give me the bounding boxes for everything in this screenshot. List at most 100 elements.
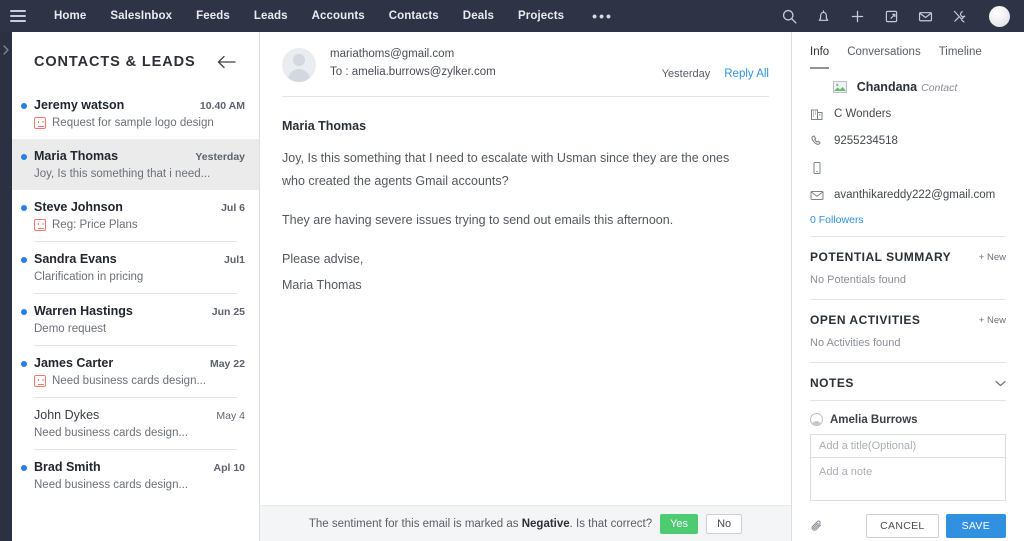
envelope-icon (810, 191, 824, 200)
cancel-button[interactable]: CANCEL (866, 514, 939, 538)
mobile-icon (813, 162, 821, 174)
contacts-leads-list-pane: CONTACTS & LEADS Jeremy watson 10.40 AM … (12, 32, 260, 541)
paperclip-icon[interactable] (810, 519, 824, 533)
email-signoff: Please advise, (282, 252, 364, 267)
save-button[interactable]: SAVE (945, 514, 1006, 538)
sentiment-suffix: . Is that correct? (569, 517, 653, 530)
list-item-date: Jul1 (223, 254, 245, 266)
email-reading-pane: mariathoms@gmail.com To : amelia.burrows… (260, 32, 792, 541)
mail-icon[interactable] (917, 8, 934, 25)
user-avatar[interactable] (989, 5, 1010, 27)
list-item[interactable]: James Carter May 22 Need business cards … (12, 346, 259, 397)
activities-new-button[interactable]: + New (979, 315, 1006, 326)
contact-company-row: C Wonders (810, 106, 1006, 122)
contact-info-pane: Info Conversations Timeline Chandana Cont… (792, 32, 1024, 541)
potential-new-button[interactable]: + New (979, 252, 1006, 263)
nav-item-more[interactable]: ••• (576, 8, 625, 24)
unread-dot (21, 205, 27, 211)
hamburger-icon[interactable] (10, 10, 26, 22)
nav-item-projects[interactable]: Projects (506, 10, 576, 22)
list-item-row: James Carter May 22 (34, 356, 245, 370)
list-item-subject-row: Demo request (34, 323, 245, 335)
email-body: Maria Thomas Joy, Is this something that… (260, 97, 791, 505)
tools-icon[interactable] (951, 8, 968, 25)
email-addresses: mariathoms@gmail.com To : amelia.burrows… (330, 48, 662, 78)
list-item[interactable]: Brad Smith Apl 10 Need business cards de… (12, 450, 259, 501)
list-item-subject: Request for sample logo design (52, 117, 214, 129)
list-item-row: Sandra Evans Jul1 (34, 252, 245, 266)
followers-link[interactable]: 0 Followers (810, 214, 1006, 226)
arrow-left-icon[interactable] (217, 55, 237, 69)
sentiment-prefix: The sentiment for this email is marked a… (308, 517, 522, 530)
email-signature: Maria Thomas (282, 277, 362, 292)
sentiment-no-button[interactable]: No (706, 513, 743, 534)
list-item-date: May 22 (209, 358, 245, 370)
note-body-input[interactable] (810, 457, 1006, 501)
list-item-date: Yesterday (195, 151, 245, 163)
nav-item-leads[interactable]: Leads (242, 10, 300, 22)
contact-summary: Chandana Contact C Wonders 9255234518 ava… (810, 69, 1006, 226)
list-item-subject-row: Reg: Price Plans (34, 219, 245, 231)
unread-dot (21, 257, 27, 263)
note-title-input[interactable] (810, 434, 1006, 458)
open-activities-header: OPEN ACTIVITIES + New (810, 300, 1006, 337)
contact-name: Chandana (856, 80, 918, 94)
list-item[interactable]: Steve Johnson Jul 6 Reg: Price Plans (12, 190, 259, 241)
nav-item-feeds[interactable]: Feeds (184, 10, 242, 22)
list-item-row: Jeremy watson 10.40 AM (34, 98, 245, 112)
list-item-subject: Demo request (34, 323, 107, 335)
notes-title: NOTES (810, 376, 854, 390)
list-item-subject-row: Need business cards design... (34, 375, 245, 387)
sentiment-confirmation-bar: The sentiment for this email is marked a… (260, 505, 791, 541)
negative-sentiment-icon (34, 375, 46, 387)
list-item-row: Warren Hastings Jun 25 (34, 304, 245, 318)
list-item-subject: Need business cards design... (52, 375, 207, 387)
nav-item-contacts[interactable]: Contacts (377, 10, 451, 22)
sentiment-question: The sentiment for this email is marked a… (309, 518, 652, 530)
negative-sentiment-icon (34, 219, 46, 231)
list-item[interactable]: Jeremy watson 10.40 AM Request for sampl… (12, 88, 259, 139)
sidebar-expand-rail[interactable] (0, 32, 12, 541)
nav-item-deals[interactable]: Deals (451, 10, 506, 22)
potential-summary-title: POTENTIAL SUMMARY (810, 250, 952, 264)
list-item[interactable]: John Dykes May 4 Need business cards des… (12, 398, 259, 449)
email-from: mariathoms@gmail.com (330, 48, 455, 60)
chevron-down-icon[interactable] (995, 380, 1006, 387)
potential-summary-header: POTENTIAL SUMMARY + New (810, 237, 1006, 274)
building-icon (811, 109, 823, 120)
nav-icon-group (781, 5, 1010, 27)
sender-avatar (282, 48, 316, 82)
nav-item-home[interactable]: Home (42, 10, 98, 22)
tab-conversations[interactable]: Conversations (847, 46, 921, 69)
nav-item-accounts[interactable]: Accounts (300, 10, 377, 22)
notes-header: NOTES (810, 363, 1006, 400)
notes-icon[interactable] (883, 8, 900, 25)
chevron-right-icon[interactable] (2, 44, 10, 56)
bell-icon[interactable] (815, 8, 832, 25)
nav-item-salesinbox[interactable]: SalesInbox (98, 10, 184, 22)
tab-timeline[interactable]: Timeline (939, 46, 982, 69)
list-item-row: John Dykes May 4 (34, 408, 245, 422)
email-paragraph: They are having severe issues trying to … (282, 213, 674, 228)
sentiment-yes-button[interactable]: Yes (660, 513, 699, 534)
unread-dot (21, 103, 27, 109)
list-item-subject: Joy, Is this something that i need... (34, 168, 211, 180)
page-title: CONTACTS & LEADS (34, 54, 196, 70)
list-item-name: Jeremy watson (34, 98, 125, 112)
search-icon[interactable] (781, 8, 798, 25)
plus-icon[interactable] (849, 8, 866, 25)
list-item[interactable]: Maria Thomas Yesterday Joy, Is this some… (12, 139, 259, 190)
unread-dot (21, 465, 27, 471)
list-item[interactable]: Warren Hastings Jun 25 Demo request (12, 294, 259, 345)
list-item-date: Jun 25 (211, 306, 245, 318)
reply-all-button[interactable]: Reply All (724, 68, 769, 80)
contact-mobile-row (810, 160, 1006, 176)
email-meta: Yesterday Reply All (662, 68, 769, 82)
primary-nav-links: Home SalesInbox Feeds Leads Accounts Con… (42, 8, 625, 24)
sentiment-value: Negative (521, 517, 570, 530)
tab-info[interactable]: Info (810, 46, 830, 69)
list-item[interactable]: Sandra Evans Jul1 Clarification in prici… (12, 242, 259, 293)
list-item-date: 10.40 AM (199, 100, 245, 112)
contact-email: avanthikareddy222@gmail.com (834, 189, 996, 201)
list-item-name: John Dykes (34, 408, 100, 422)
